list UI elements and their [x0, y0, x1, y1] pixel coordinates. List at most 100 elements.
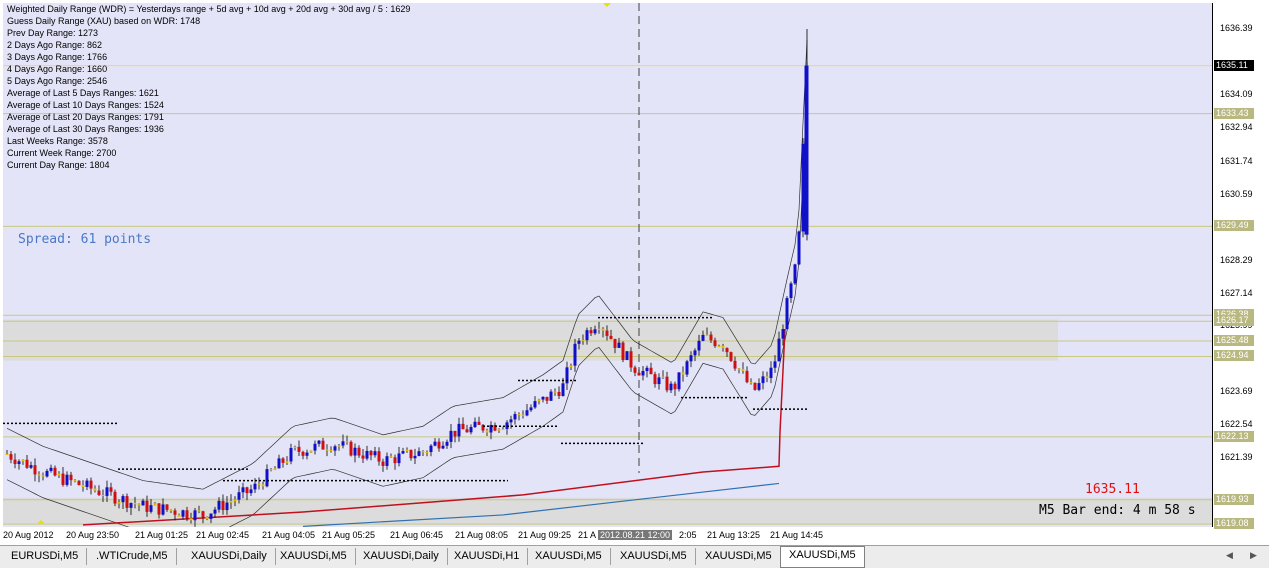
- candle-body: [117, 502, 121, 504]
- price-level-tag: 1619.08: [1214, 518, 1254, 530]
- candle-body: [313, 443, 317, 451]
- time-axis[interactable]: 20 Aug 2012 20 Aug 23:50 21 Aug 01:25 21 Au…: [0, 527, 1213, 544]
- candle-body: [753, 382, 757, 390]
- candle-body: [109, 487, 113, 492]
- chart-tab[interactable]: XAUUSDi,H1: [446, 548, 529, 565]
- price-axis-label: 1622.54: [1220, 419, 1253, 430]
- candle-body: [601, 328, 605, 331]
- candle-body: [665, 376, 669, 391]
- candle-body: [585, 330, 589, 341]
- chart-tab[interactable]: XAUUSDi,M5: [272, 548, 356, 565]
- candle-body: [777, 338, 781, 362]
- candle-body: [321, 440, 325, 450]
- candle-body: [217, 500, 221, 510]
- bollinger-lower: [6, 91, 808, 527]
- candle-body: [381, 461, 385, 466]
- candle-body: [705, 334, 709, 336]
- price-level-tag: 1633.43: [1214, 107, 1254, 119]
- candle-body: [677, 372, 681, 390]
- candle-body: [797, 231, 801, 265]
- info-line: 3 Days Ago Range: 1766: [7, 52, 108, 62]
- candle-body: [141, 500, 145, 506]
- chart-tab[interactable]: XAUUSDi,M5: [697, 548, 781, 565]
- candle-body: [689, 355, 693, 362]
- candle-body: [345, 441, 349, 443]
- candle-body: [121, 496, 125, 503]
- candle-body: [105, 487, 109, 496]
- candle-body: [741, 369, 745, 371]
- candle-body: [421, 451, 425, 453]
- candle-body: [457, 423, 461, 437]
- candle-body: [625, 351, 629, 361]
- time-axis-label: 21 Aug 02:45: [196, 530, 250, 540]
- candle-body: [573, 343, 577, 366]
- candle-body: [413, 455, 417, 459]
- candle-body: [449, 430, 453, 442]
- candle-body: [81, 485, 85, 487]
- candle-body: [589, 330, 593, 334]
- candle-body: [189, 518, 193, 521]
- candle-body: [89, 480, 93, 489]
- candle-body: [361, 455, 365, 459]
- candle-body: [557, 391, 561, 396]
- chart-tab[interactable]: EURUSDi,M5: [3, 548, 88, 565]
- tab-scroll-right-icon[interactable]: ▶: [1250, 550, 1257, 561]
- price-axis-label: 1630.59: [1220, 188, 1253, 199]
- candle-body: [669, 383, 673, 391]
- candle-body: [269, 469, 273, 471]
- candle-body: [561, 383, 565, 396]
- price-level-tag: 1629.49: [1214, 220, 1254, 232]
- candle-body: [353, 447, 357, 456]
- info-line: Average of Last 20 Days Ranges: 1791: [7, 112, 164, 122]
- candle-body: [804, 65, 809, 235]
- candle-body: [569, 365, 573, 368]
- price-axis-label: 1634.09: [1220, 88, 1253, 99]
- price-axis-label: 1631.74: [1220, 155, 1253, 166]
- candle-body: [497, 429, 501, 431]
- chart-tab[interactable]: XAUUSDi,Daily: [183, 548, 276, 565]
- chart-window[interactable]: Weighted Daily Range (WDR) = Yesterdays …: [0, 0, 1269, 545]
- candle-body: [237, 492, 241, 500]
- candle-body: [537, 399, 541, 402]
- candle-body: [441, 445, 445, 449]
- candle-body: [221, 500, 225, 511]
- candle-body: [281, 458, 285, 463]
- candle-body: [145, 500, 149, 512]
- candle-body: [681, 372, 685, 375]
- candle-body: [757, 383, 761, 390]
- chart-tab[interactable]: XAUUSDi,M5: [780, 546, 865, 568]
- info-line: Current Day Range: 1804: [7, 160, 110, 170]
- spread-label: Spread: 61 points: [18, 232, 152, 247]
- candle-body: [77, 480, 81, 486]
- price-level-tag: 1619.93: [1214, 493, 1254, 505]
- chart-canvas[interactable]: [3, 3, 1212, 527]
- candle-body: [357, 447, 361, 456]
- candle-body: [341, 441, 345, 446]
- candle-body: [385, 456, 389, 466]
- candle-body: [465, 429, 469, 433]
- candle-body: [153, 503, 157, 506]
- candle-body: [657, 377, 661, 385]
- candle-body: [673, 383, 677, 390]
- chart-tab[interactable]: XAUUSDi,Daily: [355, 548, 448, 565]
- info-line: Last Weeks Range: 3578: [7, 136, 108, 146]
- candle-body: [501, 428, 505, 430]
- time-axis-label: 21 Aug 09:25: [518, 530, 572, 540]
- tab-scroll-left-icon[interactable]: ◀: [1226, 550, 1233, 561]
- chart-tab[interactable]: XAUUSDi,M5: [527, 548, 611, 565]
- price-axis[interactable]: 1636.39 1634.09 1632.94 1631.74 1630.59 1628.…: [1213, 3, 1269, 530]
- candle-body: [329, 450, 333, 452]
- candle-body: [513, 414, 517, 420]
- candle-body: [425, 452, 429, 454]
- candle-body: [261, 484, 265, 487]
- price-level-tag: 1626.17: [1214, 315, 1254, 327]
- time-axis-label: 21 Aug 08:05: [455, 530, 509, 540]
- time-axis-label: 21 Aug 14:45: [770, 530, 824, 540]
- chart-tab[interactable]: .WTICrude,M5: [88, 548, 177, 565]
- candle-body: [173, 510, 177, 515]
- chart-tab[interactable]: XAUUSDi,M5: [612, 548, 696, 565]
- candle-body: [57, 473, 61, 476]
- top-marker-icon: [603, 3, 611, 7]
- price-chart[interactable]: Weighted Daily Range (WDR) = Yesterdays …: [3, 3, 1213, 527]
- info-line: 4 Days Ago Range: 1660: [7, 64, 108, 74]
